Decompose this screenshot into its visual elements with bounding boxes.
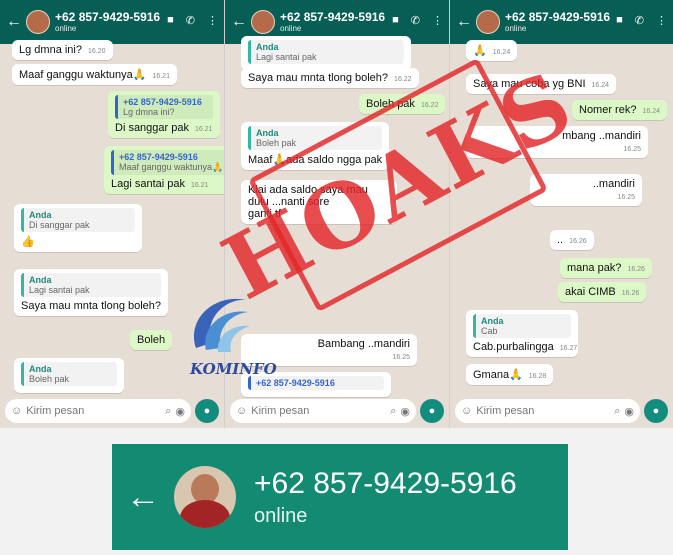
video-call-icon[interactable]: ■ <box>392 14 399 27</box>
contact-number: +62 857-9429-5916 <box>254 466 517 500</box>
back-arrow-icon[interactable]: ← <box>231 13 247 31</box>
phone-icon[interactable]: ✆ <box>635 14 644 27</box>
chat-header: ← +62 857-9429-5916 online ■ ✆ ⋮ <box>0 0 224 44</box>
attach-icon[interactable]: ⌕ <box>390 405 396 418</box>
logo-text: KOMINFO <box>190 360 277 378</box>
more-menu-icon[interactable]: ⋮ <box>207 14 218 27</box>
more-menu-icon[interactable]: ⋮ <box>432 14 443 27</box>
mic-icon: ● <box>652 405 660 417</box>
screenshot-stage: ← +62 857-9429-5916 online ■ ✆ ⋮ Lg dmna… <box>0 0 673 555</box>
contact-status: online <box>55 24 77 33</box>
contact-status: online <box>280 24 302 33</box>
contact-number: +62 857-9429-5916 <box>55 10 161 24</box>
message-bubble[interactable]: Anda Cab Cab.purbalingga 16.27 <box>466 310 578 357</box>
mic-button[interactable]: ● <box>420 399 444 423</box>
message-bubble[interactable]: Anda Boleh pak <box>14 358 124 393</box>
message-bubble[interactable]: Anda Lagi santai pak <box>241 36 411 71</box>
message-bubble[interactable]: Gmana🙏 16.28 <box>466 364 554 385</box>
avatar[interactable] <box>26 10 50 34</box>
message-bubble[interactable]: Lg dmna ini? 16.20 <box>12 40 113 60</box>
camera-icon[interactable]: ◉ <box>624 405 634 418</box>
message-bubble[interactable]: Nomer rek? 16.24 <box>572 100 667 120</box>
avatar[interactable] <box>174 466 236 528</box>
message-bubble[interactable]: akai CIMB 16.26 <box>558 282 647 302</box>
contact-number: +62 857-9429-5916 <box>505 10 611 24</box>
contact-number: +62 857-9429-5916 <box>280 10 386 24</box>
message-bubble[interactable]: +62 857-9429-5916 Lg dmna ini? Di sanggar… <box>108 91 220 138</box>
avatar[interactable] <box>476 10 500 34</box>
back-arrow-icon[interactable]: ← <box>6 13 22 31</box>
message-bubble[interactable]: .. 16.26 <box>550 230 594 250</box>
message-input[interactable]: ☺ Kirim pesan ⌕ ◉ <box>230 399 416 423</box>
video-call-icon[interactable]: ■ <box>167 14 174 27</box>
contact-status: online <box>254 504 308 527</box>
message-input-bar: ☺ Kirim pesan ⌕ ◉ ● <box>0 394 224 428</box>
mic-button[interactable]: ● <box>644 399 668 423</box>
message-bubble[interactable]: 🙏 16.24 <box>466 40 518 61</box>
message-bubble[interactable]: Maaf ganggu waktunya🙏 16.21 <box>12 64 177 85</box>
more-menu-icon[interactable]: ⋮ <box>656 14 667 27</box>
message-input[interactable]: ☺ Kirim pesan ⌕ ◉ <box>5 399 191 423</box>
emoji-icon[interactable]: ☺ <box>461 405 472 417</box>
attach-icon[interactable]: ⌕ <box>614 405 620 418</box>
attach-icon[interactable]: ⌕ <box>165 405 171 418</box>
emoji-icon[interactable]: ☺ <box>11 405 22 417</box>
phone-icon[interactable]: ✆ <box>411 14 420 27</box>
camera-icon[interactable]: ◉ <box>175 405 185 418</box>
avatar[interactable] <box>251 10 275 34</box>
message-bubble[interactable]: Anda Lagi santai pak Saya mau mnta tlong … <box>14 269 169 316</box>
mic-button[interactable]: ● <box>195 399 219 423</box>
mic-icon: ● <box>203 405 211 417</box>
message-bubble[interactable]: +62 857-9429-5916 Maaf ganggu waktunya🙏 L… <box>104 146 224 194</box>
message-bubble[interactable]: Boleh <box>130 330 173 350</box>
mic-icon: ● <box>428 405 436 417</box>
message-input-bar: ☺ Kirim pesan ⌕ ◉ ● <box>450 394 673 428</box>
message-bubble[interactable]: Saya mau mnta tlong boleh? 16.22 <box>241 68 419 88</box>
chat-header: ← +62 857-9429-5916 online ■ ✆ ⋮ <box>450 0 673 44</box>
back-arrow-icon[interactable]: ← <box>126 478 160 517</box>
back-arrow-icon[interactable]: ← <box>456 13 472 31</box>
message-bubble[interactable]: Anda Di sanggar pak 👍 <box>14 204 142 252</box>
zoomed-contact-header: ← +62 857-9429-5916 online <box>112 444 568 550</box>
message-bubble[interactable]: mana pak? 16.26 <box>560 258 652 278</box>
camera-icon[interactable]: ◉ <box>400 405 410 418</box>
contact-status: online <box>505 24 527 33</box>
emoji-icon[interactable]: ☺ <box>236 405 247 417</box>
message-input[interactable]: ☺ Kirim pesan ⌕ ◉ <box>455 399 640 423</box>
message-input-bar: ☺ Kirim pesan ⌕ ◉ ● <box>225 394 449 428</box>
video-call-icon[interactable]: ■ <box>616 14 623 27</box>
phone-icon[interactable]: ✆ <box>186 14 195 27</box>
message-bubble[interactable]: ..mandiri 16.25 <box>530 174 642 206</box>
